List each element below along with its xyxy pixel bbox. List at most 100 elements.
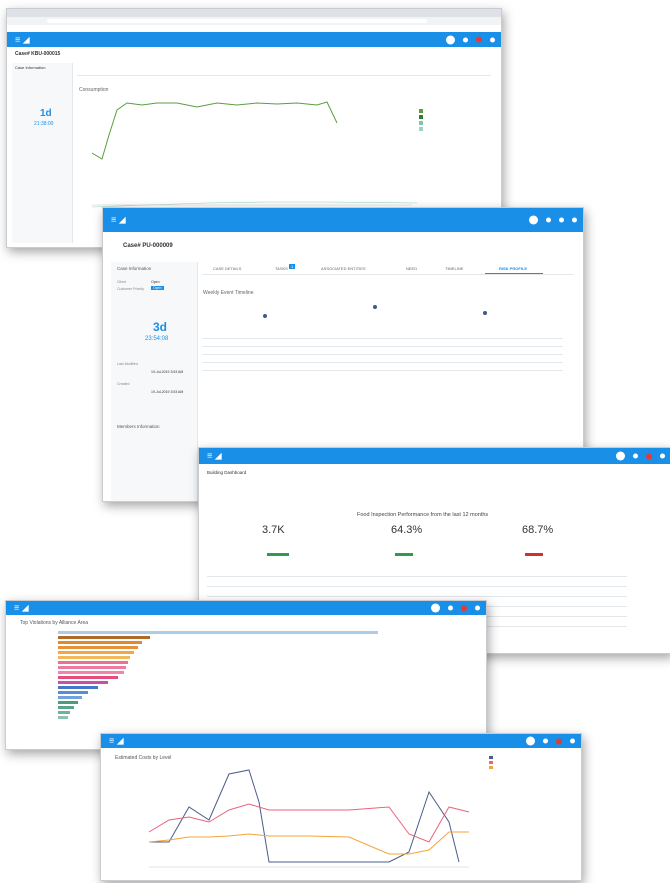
app-logo-icon: ≡ ◢ [14, 602, 29, 613]
tab-associated-entities[interactable]: ASSOCIATED ENTITIES [321, 266, 366, 271]
case-title: Case# PU-000009 [123, 243, 173, 249]
alert-badge [461, 605, 467, 611]
table-row [203, 346, 563, 347]
event-timeline-chart [263, 305, 487, 318]
case-title: Case# KBU-000015 [15, 51, 61, 57]
elapsed-timer: 23:54:08 [145, 336, 169, 342]
tab-divider [203, 274, 573, 275]
bar [58, 691, 88, 694]
app-header: ≡ ◢ [6, 601, 486, 615]
legend-swatch [489, 756, 493, 759]
app-logo-icon: ≡ ◢ [15, 34, 30, 44]
notifications-icon[interactable] [546, 217, 551, 223]
bar [58, 701, 78, 704]
tab-tasks[interactable]: TASKS [275, 266, 288, 271]
bell-icon[interactable] [559, 217, 564, 223]
legend-box [419, 109, 489, 135]
panel-header: Case Information [117, 266, 152, 271]
bar [58, 646, 138, 649]
tab-divider [77, 75, 491, 76]
legend-swatch [419, 127, 423, 131]
kpi-trend-down [525, 553, 543, 556]
elapsed-timer: 21:38:00 [34, 121, 54, 127]
bar [58, 666, 126, 669]
last-updated-value: 19-Jul-2019 3:53 AM [151, 370, 184, 374]
avatar[interactable] [446, 35, 455, 44]
table-row [207, 576, 627, 577]
app-logo-icon: ≡ ◢ [109, 735, 124, 746]
more-icon[interactable] [570, 738, 575, 744]
last-updated-label: Last Modified [117, 362, 138, 366]
app-header: ≡ ◢ [199, 448, 670, 464]
bar [58, 656, 130, 659]
avatar[interactable] [529, 215, 538, 225]
more-icon[interactable] [475, 605, 480, 611]
chart-title: Top Violations by Alliance Area [20, 620, 89, 626]
section-heading: Food Inspection Performance from the las… [357, 512, 489, 518]
notifications-icon[interactable] [463, 37, 468, 42]
field-client-value: Open [151, 280, 160, 284]
legend-swatch [419, 121, 423, 125]
alert-badge [646, 453, 652, 459]
table-row [203, 354, 563, 355]
elapsed-days: 3d [153, 320, 168, 334]
event-table [203, 338, 563, 378]
avatar[interactable] [616, 451, 625, 461]
legend-swatch [489, 766, 493, 769]
kpi-trend-up [267, 553, 289, 556]
app-logo-icon: ≡ ◢ [207, 450, 222, 461]
page-title: Building Dashboard [207, 470, 247, 475]
kpi-value-compliance: 68.7% [522, 524, 554, 536]
table-row [203, 338, 563, 339]
legend-swatch [419, 115, 423, 119]
notifications-icon[interactable] [633, 453, 638, 459]
event-point [263, 314, 267, 318]
elapsed-days: 1d [40, 108, 52, 119]
active-tab-underline [485, 273, 543, 274]
field-client-label: Client [117, 280, 126, 284]
notifications-icon[interactable] [448, 605, 453, 611]
avatar[interactable] [526, 736, 535, 746]
event-point [483, 311, 487, 315]
legend-swatch [489, 761, 493, 764]
more-icon[interactable] [572, 217, 577, 223]
url-input[interactable] [47, 19, 427, 23]
table-row [207, 596, 627, 597]
chart-title: Consumption [79, 87, 109, 93]
more-icon[interactable] [660, 453, 665, 459]
field-priority-label: Customer Priority [117, 287, 145, 291]
chart-title: Estimated Costs by Level [115, 755, 172, 761]
app-header: ≡ ◢ [103, 208, 583, 232]
bar [58, 671, 124, 674]
created-label: Created [117, 382, 130, 386]
tab-risk-profile[interactable]: RISK PROFILE [499, 266, 527, 271]
table-row [203, 370, 563, 371]
alert-badge [556, 738, 562, 744]
series-line-orange [148, 831, 469, 855]
avatar[interactable] [431, 603, 440, 613]
tab-need[interactable]: NEED [406, 266, 417, 271]
bar [58, 641, 142, 644]
legend-box [489, 756, 549, 776]
series-line-blue [149, 769, 460, 863]
kpi-value-inspections: 3.7K [262, 524, 285, 536]
costs-line-chart [148, 769, 470, 868]
bar [58, 681, 108, 684]
left-panel: Case Information Client Open Customer Pr… [111, 262, 198, 501]
bar [58, 651, 134, 654]
bar [58, 716, 68, 719]
tab-case-details[interactable]: CASE DETAILS [213, 266, 241, 271]
bar [58, 696, 82, 699]
consumption-chart [91, 101, 418, 208]
legend-swatch [419, 109, 423, 113]
notifications-icon[interactable] [543, 738, 548, 744]
bar [58, 706, 74, 709]
table-row [203, 362, 563, 363]
bar [58, 676, 118, 679]
status-badge: Open [151, 286, 164, 290]
left-panel: Case Information 1d 21:38:00 [12, 63, 73, 243]
more-icon[interactable] [490, 37, 495, 42]
created-value: 19-Jul-2019 3:53 AM [151, 390, 184, 394]
panel-header: Case Information [15, 65, 46, 70]
tab-timeline[interactable]: TIMELINE [445, 266, 463, 271]
